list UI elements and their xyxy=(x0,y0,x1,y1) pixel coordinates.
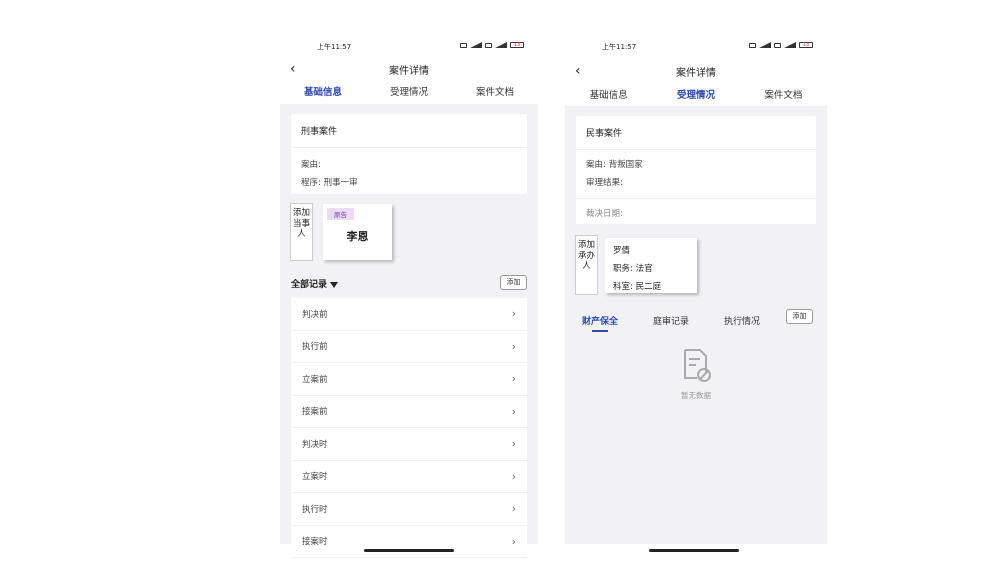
status-time: 上午11:57 xyxy=(602,43,637,51)
list-item-label: 执行时 xyxy=(302,504,328,515)
chevron-right-icon: › xyxy=(511,404,516,418)
chevron-right-icon: › xyxy=(511,372,516,386)
handler-title-label: 职务: xyxy=(613,264,633,274)
list-item-label: 立案时 xyxy=(302,472,328,483)
handler-name: 罗倩 xyxy=(613,246,631,256)
content-area: 民事案件 案由: 背叛国家 审理结果: 裁决日期: 添加承办人 罗倩 职务: 法… xyxy=(565,106,827,544)
home-indicator xyxy=(364,549,454,552)
navbar: ‹ 案件详情 xyxy=(565,60,827,82)
list-item-label: 执行前 xyxy=(302,342,328,353)
add-party-button[interactable]: 添加当事人 xyxy=(290,203,313,261)
chevron-right-icon: › xyxy=(511,502,516,516)
handler-card[interactable]: 罗倩 职务: 法官 科室: 民二庭 xyxy=(605,238,697,293)
empty-state: 暂无数据 xyxy=(565,348,827,401)
subtab-execution[interactable]: 执行情况 xyxy=(724,314,760,327)
list-item[interactable]: 接案前 › xyxy=(291,395,527,428)
page-title: 案件详情 xyxy=(389,66,429,77)
list-item-label: 接案时 xyxy=(302,537,328,548)
battery-icon: 13 xyxy=(510,42,524,48)
procedure-row: 程序: 刑事一审 xyxy=(291,174,527,192)
phone-screen-acceptance: 上午11:57 13 ‹ 案件详情 基础信息 受理情况 案件文档 民事案件 案由… xyxy=(565,0,827,588)
chevron-right-icon: › xyxy=(511,339,516,353)
case-info-card: 刑事案件 案由: 程序: 刑事一审 xyxy=(291,114,527,194)
handler-title-value: 法官 xyxy=(635,264,653,274)
cause-label: 案由: xyxy=(586,160,606,170)
subtab-property-preservation[interactable]: 财产保全 xyxy=(582,314,618,327)
handler-title-row: 职务: 法官 xyxy=(613,260,689,278)
result-label: 审理结果: xyxy=(586,178,623,188)
procedure-value: 刑事一审 xyxy=(323,178,358,188)
records-title: 全部记录 xyxy=(291,280,328,290)
status-icons: 13 xyxy=(749,42,813,48)
add-record-button[interactable]: 添加 xyxy=(500,275,527,290)
cause-row: 案由: 背叛国家 xyxy=(576,156,816,174)
handler-dept-row: 科室: 民二庭 xyxy=(613,278,689,296)
chevron-right-icon: › xyxy=(511,437,516,451)
records-list: 判决前 › 执行前 › 立案前 › 接案前 › 判决时 › 立案时 › 执行时 › 接案时 › xyxy=(291,298,527,558)
list-item-label: 判决时 xyxy=(302,439,328,450)
handler-dept-value: 民二庭 xyxy=(635,282,662,292)
signal-icon xyxy=(495,42,507,48)
no-data-icon xyxy=(684,349,711,382)
battery-icon: 13 xyxy=(799,42,813,48)
procedure-label: 程序: xyxy=(301,178,321,188)
list-item[interactable]: 接案时 › xyxy=(291,525,527,558)
signal-icon xyxy=(470,42,482,48)
navbar: ‹ 案件详情 xyxy=(280,58,538,80)
handler-dept-label: 科室: xyxy=(613,282,633,292)
list-item[interactable]: 执行前 › xyxy=(291,330,527,363)
status-time: 上午11:57 xyxy=(317,43,352,51)
add-handler-button[interactable]: 添加承办人 xyxy=(575,235,598,295)
list-item-label: 接案前 xyxy=(302,407,328,418)
judgment-date-row: 裁决日期: xyxy=(576,205,816,223)
case-info-card: 民事案件 案由: 背叛国家 审理结果: 裁决日期: xyxy=(576,116,816,224)
signal-icon xyxy=(784,42,796,48)
phone-screen-basic-info: 上午11:57 13 ‹ 案件详情 基础信息 受理情况 案件文档 刑事案件 案由… xyxy=(280,0,538,588)
tab-documents[interactable]: 案件文档 xyxy=(476,84,514,106)
status-bar: 上午11:57 13 xyxy=(565,42,827,54)
add-button[interactable]: 添加 xyxy=(786,309,813,324)
status-icons: 13 xyxy=(460,42,524,48)
list-item[interactable]: 判决时 › xyxy=(291,428,527,461)
hd-icon xyxy=(749,42,756,48)
chevron-right-icon: › xyxy=(511,307,516,321)
list-item-label: 立案前 xyxy=(302,374,328,385)
record-subtabs: 财产保全 庭审记录 执行情况 添加 xyxy=(582,309,816,328)
list-item[interactable]: 立案前 › xyxy=(291,363,527,396)
cause-value: 背叛国家 xyxy=(608,160,643,170)
page-title: 案件详情 xyxy=(676,68,716,79)
list-item[interactable]: 判决前 › xyxy=(291,298,527,331)
records-filter[interactable]: 全部记录 xyxy=(291,277,339,290)
hd-icon xyxy=(460,42,467,48)
tab-acceptance[interactable]: 受理情况 xyxy=(390,84,428,106)
chevron-right-icon: › xyxy=(511,469,516,483)
list-item[interactable]: 立案时 › xyxy=(291,460,527,493)
tab-bar: 基础信息 受理情况 案件文档 xyxy=(280,84,538,106)
empty-text: 暂无数据 xyxy=(681,391,711,400)
case-type: 刑事案件 xyxy=(291,114,527,148)
list-item-label: 判决前 xyxy=(302,309,328,320)
cause-row: 案由: xyxy=(291,156,527,174)
party-name: 李恩 xyxy=(346,230,369,243)
party-role-badge: 原告 xyxy=(327,208,354,220)
hd-icon xyxy=(485,42,492,48)
records-header: 全部记录 添加 xyxy=(291,275,527,291)
case-type: 民事案件 xyxy=(576,116,816,150)
content-area: 刑事案件 案由: 程序: 刑事一审 添加当事人 原告 李恩 全部记录 添加 判决… xyxy=(280,104,538,558)
subtab-trial-record[interactable]: 庭审记录 xyxy=(653,314,689,327)
chevron-right-icon: › xyxy=(511,534,516,548)
status-bar: 上午11:57 13 xyxy=(280,42,538,54)
cause-label: 案由: xyxy=(301,160,321,170)
hd-icon xyxy=(774,42,781,48)
judgment-date-label: 裁决日期: xyxy=(586,209,623,219)
tab-basic-info[interactable]: 基础信息 xyxy=(304,84,342,106)
result-row: 审理结果: xyxy=(576,174,816,192)
signal-icon xyxy=(759,42,771,48)
list-item[interactable]: 执行时 › xyxy=(291,493,527,526)
dropdown-triangle-icon xyxy=(330,281,339,288)
home-indicator xyxy=(649,549,739,552)
party-card[interactable]: 原告 李恩 xyxy=(323,204,392,260)
